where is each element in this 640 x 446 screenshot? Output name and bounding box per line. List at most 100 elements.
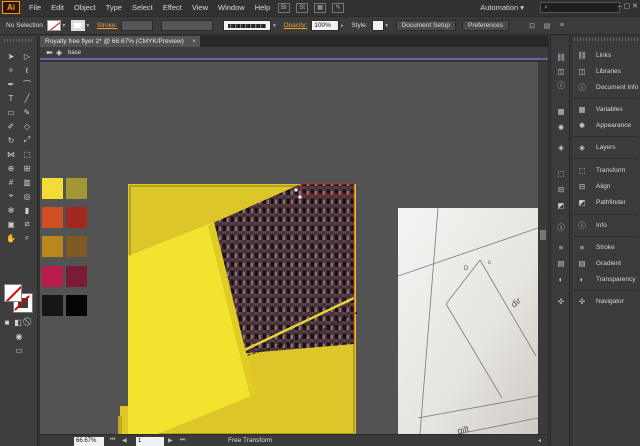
transform-icon[interactable]: ▤ [542, 21, 552, 31]
panel-appearance[interactable]: ✺ Appearance [574, 119, 640, 132]
menu-object[interactable]: Object [69, 0, 101, 15]
draw-mode-icon[interactable]: ◉ [12, 330, 26, 342]
free-transform-tool-icon[interactable]: ⬚ [20, 148, 34, 160]
status-text[interactable]: Free Transform [228, 437, 272, 444]
bridge-icon[interactable]: Br [278, 2, 291, 13]
panel-navigator[interactable]: ✣ Navigator [574, 295, 640, 308]
curvature-tool-icon[interactable]: ⌒ [20, 78, 34, 90]
align-icon[interactable]: ⊡ [527, 21, 537, 31]
chevron-right-icon[interactable]: ▸ [339, 20, 345, 31]
transform-icon[interactable]: ⬚ [555, 168, 567, 178]
panel-layers[interactable]: ◈ Layers [574, 141, 640, 154]
variables-icon[interactable]: ▦ [555, 106, 567, 116]
gradient-tool-icon[interactable]: ▥ [20, 176, 34, 188]
menu-select[interactable]: Select [127, 0, 158, 15]
brush-definition[interactable] [223, 20, 272, 31]
panel-links[interactable]: ⛓ Links [574, 49, 640, 62]
shape-builder-tool-icon[interactable]: ⊕ [4, 162, 18, 174]
color-swatch[interactable] [66, 178, 87, 199]
color-mode-icon[interactable]: ■ [2, 316, 12, 328]
gradient-mode-icon[interactable]: ◧ [13, 316, 23, 328]
fill-indicator[interactable] [4, 284, 22, 302]
stroke-weight-field[interactable] [121, 20, 154, 31]
column-graph-tool-icon[interactable]: ▮ [20, 204, 34, 216]
vertical-scrollbar[interactable] [538, 62, 548, 434]
opacity-field[interactable]: 100% [311, 20, 340, 31]
panel-transparency[interactable]: ◐ Transparency [574, 273, 640, 286]
eraser-tool-icon[interactable]: ◇ [20, 120, 34, 132]
shaper-tool-icon[interactable]: ✐ [4, 120, 18, 132]
blend-tool-icon[interactable]: ◎ [20, 190, 34, 202]
menu-effect[interactable]: Effect [158, 0, 187, 15]
panel-variables[interactable]: ▦ Variables [574, 103, 640, 116]
none-mode-icon[interactable]: ⃠ [24, 316, 34, 328]
color-swatch[interactable] [66, 207, 87, 228]
panel-gradient[interactable]: ▤ Gradient [574, 257, 640, 270]
chevron-down-icon[interactable]: ▼ [85, 20, 91, 31]
canvas[interactable]: dir gilt c D [40, 62, 538, 434]
menu-file[interactable]: File [24, 0, 46, 15]
paintbrush-tool-icon[interactable]: ✎ [20, 106, 34, 118]
chevron-down-icon[interactable]: ▼ [61, 20, 67, 31]
previous-artboard-icon[interactable]: ◀ [122, 437, 127, 444]
panel-grip[interactable] [4, 39, 34, 42]
first-artboard-icon[interactable]: ⏮ [110, 437, 115, 444]
workspace-switcher[interactable]: Automation ▾ [480, 3, 524, 12]
symbol-sprayer-tool-icon[interactable]: ✻ [4, 204, 18, 216]
stroke-label[interactable]: Stroke: [97, 22, 118, 29]
fill-swatch[interactable] [46, 20, 61, 31]
color-swatch[interactable] [66, 266, 87, 287]
flyer-artwork[interactable] [118, 180, 368, 434]
rotate-tool-icon[interactable]: ↻ [4, 134, 18, 146]
panel-info[interactable]: ⓘ Info [574, 219, 640, 232]
direct-selection-tool-icon[interactable]: ▷ [20, 50, 34, 62]
panel-transform[interactable]: ⬚ Transform [574, 164, 640, 177]
search-stock-input[interactable]: ⌕ [540, 2, 620, 13]
line-tool-icon[interactable]: ╱ [20, 92, 34, 104]
color-swatch[interactable] [42, 178, 63, 199]
pen-tool-icon[interactable]: ✒ [4, 78, 18, 90]
chevron-down-icon[interactable]: ▼ [271, 20, 277, 31]
document-tab[interactable]: Royalty free flyer 2* @ 66.67% (CMYK/Pre… [40, 36, 200, 47]
artboard-number-field[interactable]: 1 [136, 437, 164, 446]
color-swatch[interactable] [42, 207, 63, 228]
color-swatch[interactable] [66, 236, 87, 257]
close-icon[interactable]: × [192, 36, 196, 47]
pathfinder-icon[interactable]: ◩ [555, 200, 567, 210]
reference-sketch-image[interactable]: dir gilt c D [398, 208, 538, 434]
zoom-field[interactable]: 66.67% [74, 437, 104, 446]
mesh-tool-icon[interactable]: # [4, 176, 18, 188]
menu-help[interactable]: Help [250, 0, 275, 15]
scale-tool-icon[interactable]: ⤢ [20, 134, 34, 146]
menu-type[interactable]: Type [101, 0, 127, 15]
panel-stroke[interactable]: ≡ Stroke [574, 241, 640, 254]
window-controls[interactable]: – ▢ ✕ [618, 2, 638, 10]
color-swatch[interactable] [42, 266, 63, 287]
next-artboard-icon[interactable]: ▶ [168, 437, 173, 444]
hand-tool-icon[interactable]: ✋ [4, 232, 18, 244]
back-arrow-icon[interactable]: ⬅ [46, 48, 53, 57]
appearance-icon[interactable]: ✺ [555, 122, 567, 132]
stock-icon[interactable]: St [296, 2, 309, 13]
opacity-label[interactable]: Opacity: [283, 22, 307, 29]
links-icon[interactable]: ⛓ [555, 52, 567, 62]
scrollbar-thumb[interactable] [540, 230, 546, 240]
screen-mode-icon[interactable]: ▭ [12, 344, 26, 356]
selection-tool-icon[interactable]: ➤ [4, 50, 18, 62]
menu-view[interactable]: View [187, 0, 213, 15]
eyedropper-tool-icon[interactable]: ⌖ [4, 190, 18, 202]
align-icon[interactable]: ⊟ [555, 184, 567, 194]
panel-grip[interactable] [574, 38, 638, 41]
arrange-documents-icon[interactable]: ▦ [314, 2, 327, 13]
rectangle-tool-icon[interactable]: ▭ [4, 106, 18, 118]
color-swatch[interactable] [42, 295, 63, 316]
scroll-left-icon[interactable]: ◂ [538, 437, 541, 444]
artboard-tool-icon[interactable]: ▣ [4, 218, 18, 230]
magic-wand-tool-icon[interactable]: ✧ [4, 64, 18, 76]
color-swatch[interactable] [66, 295, 87, 316]
graphic-style-swatch[interactable] [371, 20, 384, 31]
transparency-icon[interactable]: ◐ [555, 274, 567, 284]
stroke-icon[interactable]: ≡ [555, 242, 567, 252]
chevron-down-icon[interactable]: ▼ [384, 20, 390, 31]
menu-edit[interactable]: Edit [46, 0, 69, 15]
